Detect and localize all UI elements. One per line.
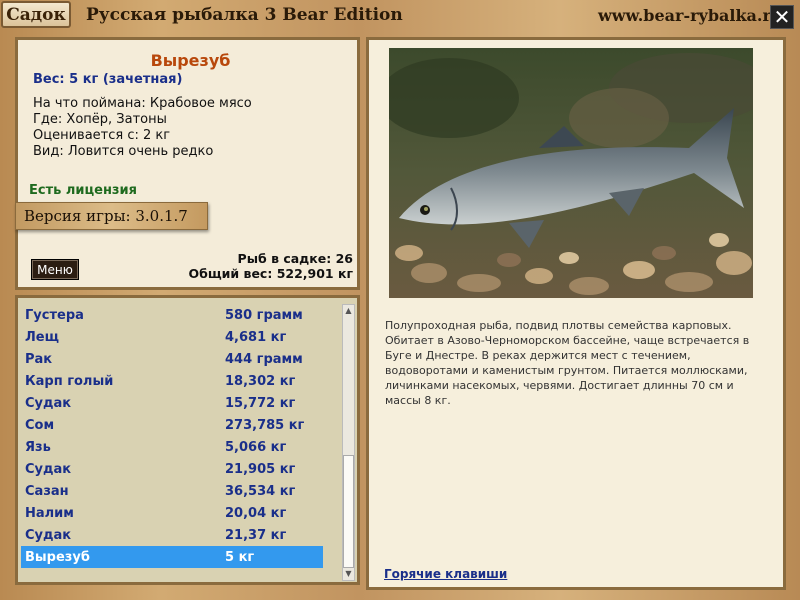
catch-fish-weight: 18,302 кг <box>225 373 296 389</box>
license-status: Есть лицензия <box>29 183 137 198</box>
catch-list-row[interactable]: Язь 5,066 кг <box>21 436 323 458</box>
keepnet-tab[interactable]: Садок <box>1 1 71 28</box>
catch-list-row[interactable]: Судак 21,905 кг <box>21 458 323 480</box>
catch-fish-weight: 273,785 кг <box>225 417 305 433</box>
catch-fish-name: Судак <box>25 527 72 543</box>
scrollbar[interactable]: ▲ ▼ <box>342 304 355 581</box>
catch-fish-name: Судак <box>25 395 72 411</box>
fish-count: Рыб в садке: 26 <box>237 251 353 266</box>
catch-list-row[interactable]: Налим 20,04 кг <box>21 502 323 524</box>
catch-list-row[interactable]: Вырезуб 5 кг <box>21 546 323 568</box>
catch-list-row[interactable]: Судак 21,37 кг <box>21 524 323 546</box>
catch-fish-name: Сом <box>25 417 55 433</box>
scroll-thumb[interactable] <box>343 455 354 568</box>
hotkeys-link[interactable]: Горячие клавиши <box>384 567 507 581</box>
catch-fish-name: Судак <box>25 461 72 477</box>
scroll-down-icon[interactable]: ▼ <box>343 568 354 580</box>
total-weight: Общий вес: 522,901 кг <box>188 266 354 281</box>
catch-list-row[interactable]: Сазан 36,534 кг <box>21 480 323 502</box>
catch-fish-weight: 5,066 кг <box>225 439 287 455</box>
catch-fish-name: Язь <box>25 439 51 455</box>
scroll-up-icon[interactable]: ▲ <box>343 305 354 317</box>
catch-list-row[interactable]: Сом 273,785 кг <box>21 414 323 436</box>
catch-fish-weight: 21,37 кг <box>225 527 287 543</box>
fish-details-panel: Полупроходная рыба, подвид плотвы семейс… <box>366 37 786 590</box>
bait-line: На что поймана: Крабовое мясо <box>33 96 252 111</box>
catch-list-row[interactable]: Карп голый 18,302 кг <box>21 370 323 392</box>
fish-name: Вырезуб <box>150 51 231 70</box>
fish-info-panel: Вырезуб Вес: 5 кг (зачетная) На что пойм… <box>15 37 360 290</box>
site-url: www.bear-rybalka.ru <box>598 6 783 25</box>
catch-list-row[interactable]: Лещ 4,681 кг <box>21 326 323 348</box>
catch-fish-name: Рак <box>25 351 53 367</box>
rarity-line: Вид: Ловится очень редко <box>33 144 214 159</box>
version-banner: Версия игры: 3.0.1.7 <box>15 202 208 230</box>
catch-list-row[interactable]: Рак 444 грамм <box>21 348 323 370</box>
catch-fish-name: Карп голый <box>25 373 114 389</box>
catch-list-panel: Густера 580 грамм Лещ 4,681 кг Рак 444 грамм К… <box>15 295 360 585</box>
title-bar: Садок Русская рыбалка 3 Bear Edition www… <box>0 0 800 32</box>
catch-list: Густера 580 грамм Лещ 4,681 кг Рак 444 грамм К… <box>21 304 323 568</box>
catch-fish-weight: 4,681 кг <box>225 329 287 345</box>
catch-fish-weight: 5 кг <box>225 549 255 565</box>
close-button[interactable]: ✕ <box>770 5 794 29</box>
catch-fish-name: Густера <box>25 307 84 323</box>
catch-fish-name: Сазан <box>25 483 69 499</box>
catch-fish-weight: 580 грамм <box>225 307 303 323</box>
catch-list-row[interactable]: Густера 580 грамм <box>21 304 323 326</box>
fish-description: Полупроходная рыба, подвид плотвы семейс… <box>385 319 750 407</box>
menu-button[interactable]: Меню <box>31 259 79 280</box>
catch-fish-weight: 20,04 кг <box>225 505 287 521</box>
location-line: Где: Хопёр, Затоны <box>33 112 167 127</box>
keepnet-stats: Рыб в садке: 26 Общий вес: 522,901 кг <box>189 251 354 281</box>
catch-fish-name: Налим <box>25 505 74 521</box>
catch-fish-name: Вырезуб <box>25 549 90 565</box>
catch-fish-weight: 15,772 кг <box>225 395 296 411</box>
catch-fish-weight: 444 грамм <box>225 351 303 367</box>
fish-weight: Вес: 5 кг (зачетная) <box>33 72 183 87</box>
catch-fish-weight: 36,534 кг <box>225 483 296 499</box>
fish-photo <box>389 48 753 298</box>
catch-fish-weight: 21,905 кг <box>225 461 296 477</box>
catch-fish-name: Лещ <box>25 329 59 345</box>
app-title: Русская рыбалка 3 Bear Edition <box>86 5 403 25</box>
min-weight-line: Оценивается с: 2 кг <box>33 128 171 143</box>
catch-list-row[interactable]: Судак 15,772 кг <box>21 392 323 414</box>
